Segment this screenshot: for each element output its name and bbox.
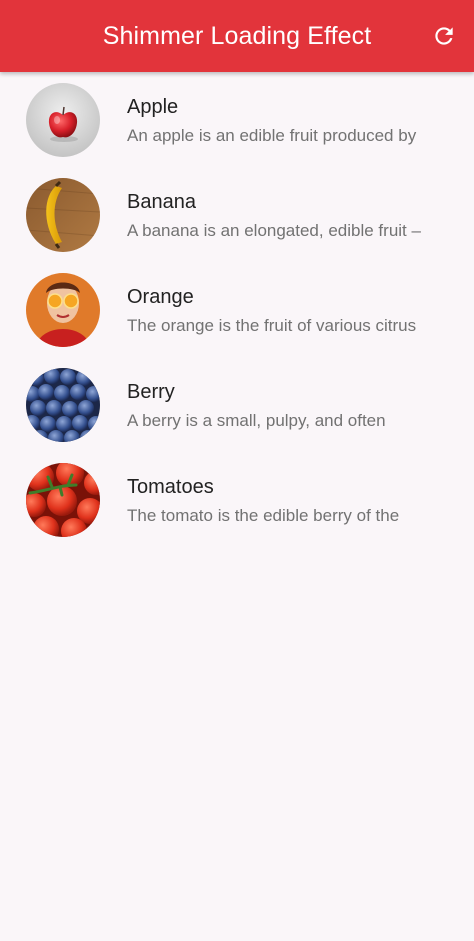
item-subtitle: A berry is a small, pulpy, and often: [127, 411, 386, 430]
list-item-tomatoes[interactable]: Tomatoes The tomato is the edible berry …: [0, 452, 474, 547]
item-subtitle: A banana is an elongated, edible fruit –: [127, 221, 421, 240]
app-bar-title: Shimmer Loading Effect: [102, 22, 372, 50]
item-title: Berry: [127, 381, 175, 403]
refresh-button[interactable]: [424, 16, 464, 56]
item-subtitle: The tomato is the edible berry of the: [127, 506, 400, 525]
item-title: Apple: [127, 96, 179, 118]
list-item-apple[interactable]: Apple An apple is an edible fruit produc…: [0, 72, 474, 167]
item-title: Banana: [127, 191, 196, 213]
item-subtitle: An apple is an edible fruit produced by: [127, 126, 417, 145]
item-subtitle: The orange is the fruit of various citru…: [127, 316, 417, 335]
list-item-banana[interactable]: Banana A banana is an elongated, edible …: [0, 167, 474, 262]
orange-image: [26, 273, 100, 347]
apple-image: [26, 83, 100, 157]
list-item-berry[interactable]: Berry A berry is a small, pulpy, and oft…: [0, 357, 474, 452]
refresh-icon: [435, 27, 453, 45]
item-title: Orange: [127, 286, 194, 308]
item-title: Tomatoes: [127, 476, 214, 498]
banana-image: [26, 178, 100, 252]
app-bar: Shimmer Loading Effect: [0, 0, 474, 72]
berry-image: [26, 368, 100, 442]
fruit-list: Apple An apple is an edible fruit produc…: [0, 72, 474, 547]
tomato-image: [26, 463, 100, 537]
list-item-orange[interactable]: Orange The orange is the fruit of variou…: [0, 262, 474, 357]
